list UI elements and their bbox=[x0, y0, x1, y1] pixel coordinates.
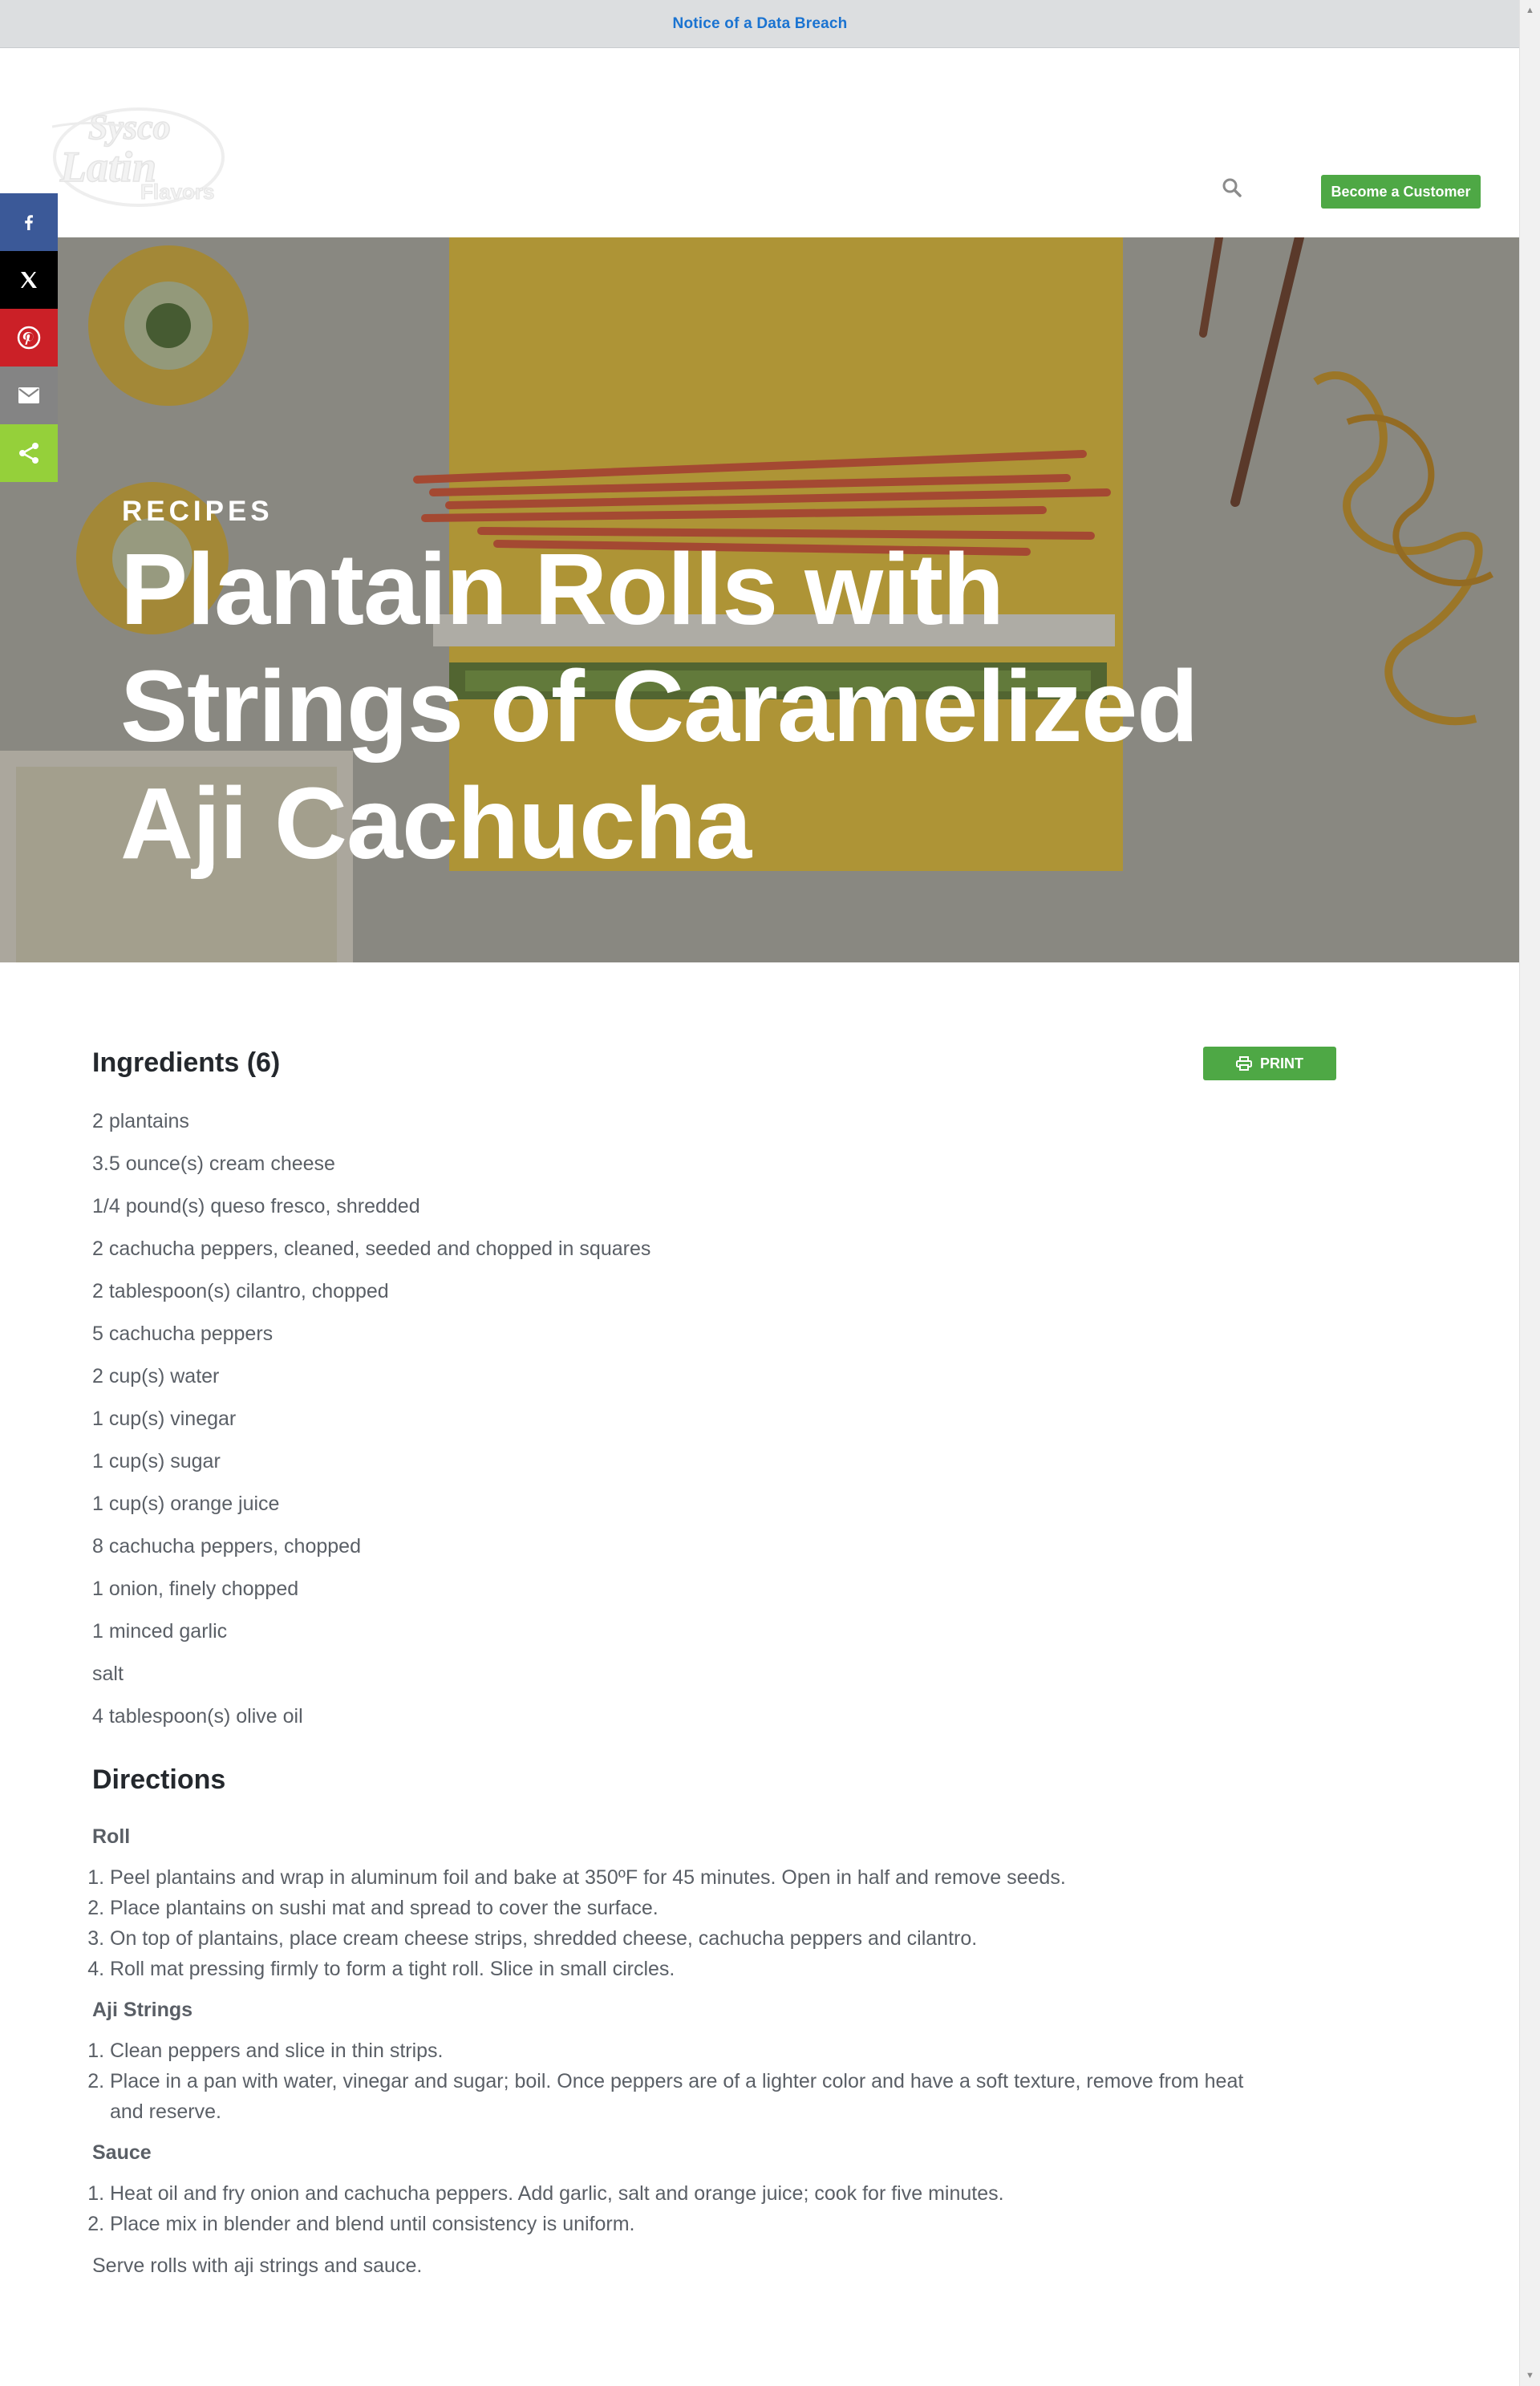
print-button[interactable]: PRINT bbox=[1203, 1047, 1336, 1080]
directions-subheading-sauce: Sauce bbox=[92, 2141, 152, 2164]
scroll-up-arrow-icon[interactable]: ▲ bbox=[1520, 2, 1540, 19]
become-a-customer-button[interactable]: Become a Customer bbox=[1321, 175, 1481, 209]
logo-graphic: Sysco Latin Flavors bbox=[51, 107, 225, 207]
pinterest-icon bbox=[17, 326, 41, 350]
directions-subheading-roll: Roll bbox=[92, 1825, 131, 1848]
ingredient-item: salt bbox=[92, 1663, 124, 1685]
share-pinterest-button[interactable] bbox=[0, 309, 58, 367]
direction-step: Clean peppers and slice in thin strips. bbox=[110, 2036, 1247, 2066]
recipes-category-label: RECIPES bbox=[122, 496, 274, 527]
share-more-button[interactable] bbox=[0, 424, 58, 482]
recipe-title-line: Strings of Caramelized bbox=[120, 650, 1198, 763]
ingredient-item: 1 cup(s) orange juice bbox=[92, 1493, 280, 1515]
scroll-down-arrow-icon[interactable]: ▼ bbox=[1520, 2367, 1540, 2384]
share-email-button[interactable] bbox=[0, 367, 58, 424]
sysco-logo[interactable]: Sysco Latin Flavors bbox=[44, 79, 237, 223]
directions-heading: Directions bbox=[92, 1764, 226, 1795]
search-button[interactable] bbox=[1219, 175, 1245, 201]
directions-subheading-aji-strings: Aji Strings bbox=[92, 1999, 193, 2021]
email-icon bbox=[18, 387, 39, 403]
facebook-icon bbox=[25, 215, 33, 230]
serving-note: Serve rolls with aji strings and sauce. bbox=[92, 2254, 423, 2277]
svg-text:Flavors: Flavors bbox=[140, 180, 215, 204]
ingredients-heading: Ingredients (6) bbox=[92, 1047, 281, 1078]
share-icon bbox=[19, 443, 38, 464]
direction-step: Heat oil and fry onion and cachucha pepp… bbox=[110, 2178, 1247, 2209]
direction-step: Peel plantains and wrap in aluminum foil… bbox=[110, 1862, 1247, 1893]
recipe-title: Plantain Rolls with Strings of Carameliz… bbox=[120, 531, 1404, 882]
ingredient-item: 1 cup(s) sugar bbox=[92, 1450, 221, 1473]
directions-body: Roll Peel plantains and wrap in aluminum… bbox=[92, 1822, 1247, 2281]
search-icon bbox=[1222, 178, 1242, 197]
recipe-title-line: Aji Cachucha bbox=[120, 767, 752, 880]
ingredient-item: 2 cup(s) water bbox=[92, 1365, 220, 1387]
share-facebook-button[interactable] bbox=[0, 193, 58, 251]
printer-icon bbox=[1236, 1056, 1252, 1071]
scroll-thumb[interactable] bbox=[1524, 21, 1535, 37]
ingredient-item: 2 cachucha peppers, cleaned, seeded and … bbox=[92, 1238, 651, 1260]
notice-bar: Notice of a Data Breach bbox=[0, 0, 1520, 48]
ingredient-item: 4 tablespoon(s) olive oil bbox=[92, 1705, 303, 1728]
x-icon bbox=[21, 272, 37, 288]
sauce-steps: Heat oil and fry onion and cachucha pepp… bbox=[92, 2178, 1247, 2239]
print-label: PRINT bbox=[1260, 1055, 1303, 1071]
direction-step: Place mix in blender and blend until con… bbox=[110, 2209, 1247, 2239]
direction-step: On top of plantains, place cream cheese … bbox=[110, 1923, 1247, 1954]
ingredient-item: 8 cachucha peppers, chopped bbox=[92, 1535, 361, 1558]
ingredients-list: 2 plantains 3.5 ounce(s) cream cheese 1/… bbox=[92, 1100, 650, 1738]
page-scrollbar[interactable]: ▲ ▼ bbox=[1519, 0, 1540, 2386]
ingredient-item: 1 minced garlic bbox=[92, 1620, 228, 1643]
ingredient-item: 3.5 ounce(s) cream cheese bbox=[92, 1152, 335, 1175]
ingredient-item: 2 plantains bbox=[92, 1110, 189, 1132]
social-share-bar bbox=[0, 193, 58, 482]
ingredient-item: 1/4 pound(s) queso fresco, shredded bbox=[92, 1195, 420, 1217]
roll-steps: Peel plantains and wrap in aluminum foil… bbox=[92, 1862, 1247, 1984]
direction-step: Place plantains on sushi mat and spread … bbox=[110, 1893, 1247, 1923]
share-x-button[interactable] bbox=[0, 251, 58, 309]
recipe-title-line: Plantain Rolls with bbox=[120, 533, 1004, 646]
direction-step: Roll mat pressing firmly to form a tight… bbox=[110, 1954, 1247, 1984]
data-breach-notice-link[interactable]: Notice of a Data Breach bbox=[673, 15, 848, 33]
hero-banner: RECIPES Plantain Rolls with Strings of C… bbox=[0, 237, 1520, 962]
ingredient-item: 1 onion, finely chopped bbox=[92, 1578, 299, 1600]
site-header: Sysco Latin Flavors Become a Customer bbox=[0, 48, 1520, 237]
ingredient-item: 2 tablespoon(s) cilantro, chopped bbox=[92, 1280, 389, 1302]
aji-strings-steps: Clean peppers and slice in thin strips. … bbox=[92, 2036, 1247, 2127]
ingredient-item: 5 cachucha peppers bbox=[92, 1323, 274, 1345]
direction-step: Place in a pan with water, vinegar and s… bbox=[110, 2066, 1247, 2127]
ingredient-item: 1 cup(s) vinegar bbox=[92, 1408, 237, 1430]
